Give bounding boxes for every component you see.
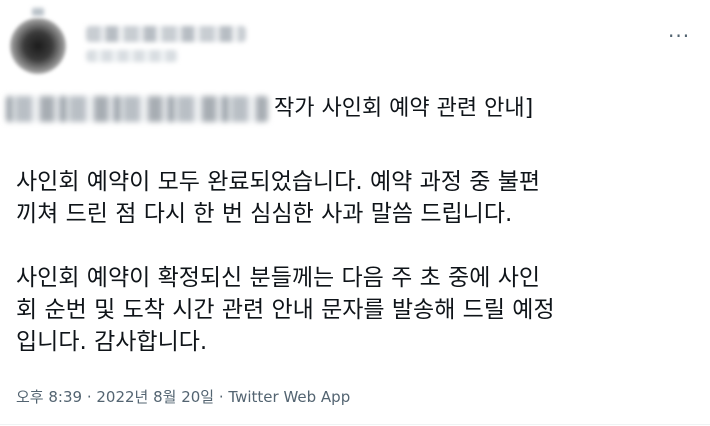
more-icon[interactable]: ··· bbox=[668, 26, 690, 46]
username-blurred[interactable] bbox=[86, 50, 178, 62]
tweet-line: 끼쳐 드린 점 다시 한 번 심심한 사과 말씀 드립니다. bbox=[16, 201, 513, 227]
avatar[interactable] bbox=[10, 18, 66, 74]
title-prefix-blurred bbox=[6, 96, 268, 122]
tweet-line: 회 순번 및 도착 시간 관련 안내 문자를 발송해 드릴 예정 bbox=[16, 297, 555, 323]
avatar-edge bbox=[32, 8, 44, 16]
tweet-line: 입니다. 감사합니다. bbox=[16, 329, 208, 355]
tweet: ··· 작가 사인회 예약 관련 안내] 사인회 예약이 모두 완료되었습니다.… bbox=[0, 0, 710, 426]
tweet-paragraph-1: 사인회 예약이 모두 완료되었습니다. 예약 과정 중 불편 끼쳐 드린 점 다… bbox=[16, 166, 702, 230]
tweet-title-line: 작가 사인회 예약 관련 안내] bbox=[274, 96, 534, 121]
tweet-paragraph-2: 사인회 예약이 확정되신 분들께는 다음 주 초 중에 사인 회 순번 및 도착… bbox=[16, 262, 702, 358]
tweet-body: 사인회 예약이 모두 완료되었습니다. 예약 과정 중 불편 끼쳐 드린 점 다… bbox=[16, 166, 702, 358]
divider bbox=[0, 424, 710, 425]
display-name-blurred[interactable] bbox=[86, 26, 246, 42]
tweet-timestamp[interactable]: 오후 8:39 · 2022년 8월 20일 · Twitter Web App bbox=[16, 386, 350, 408]
tweet-line: 사인회 예약이 확정되신 분들께는 다음 주 초 중에 사인 bbox=[16, 265, 541, 291]
tweet-line: 사인회 예약이 모두 완료되었습니다. 예약 과정 중 불편 bbox=[16, 169, 541, 195]
